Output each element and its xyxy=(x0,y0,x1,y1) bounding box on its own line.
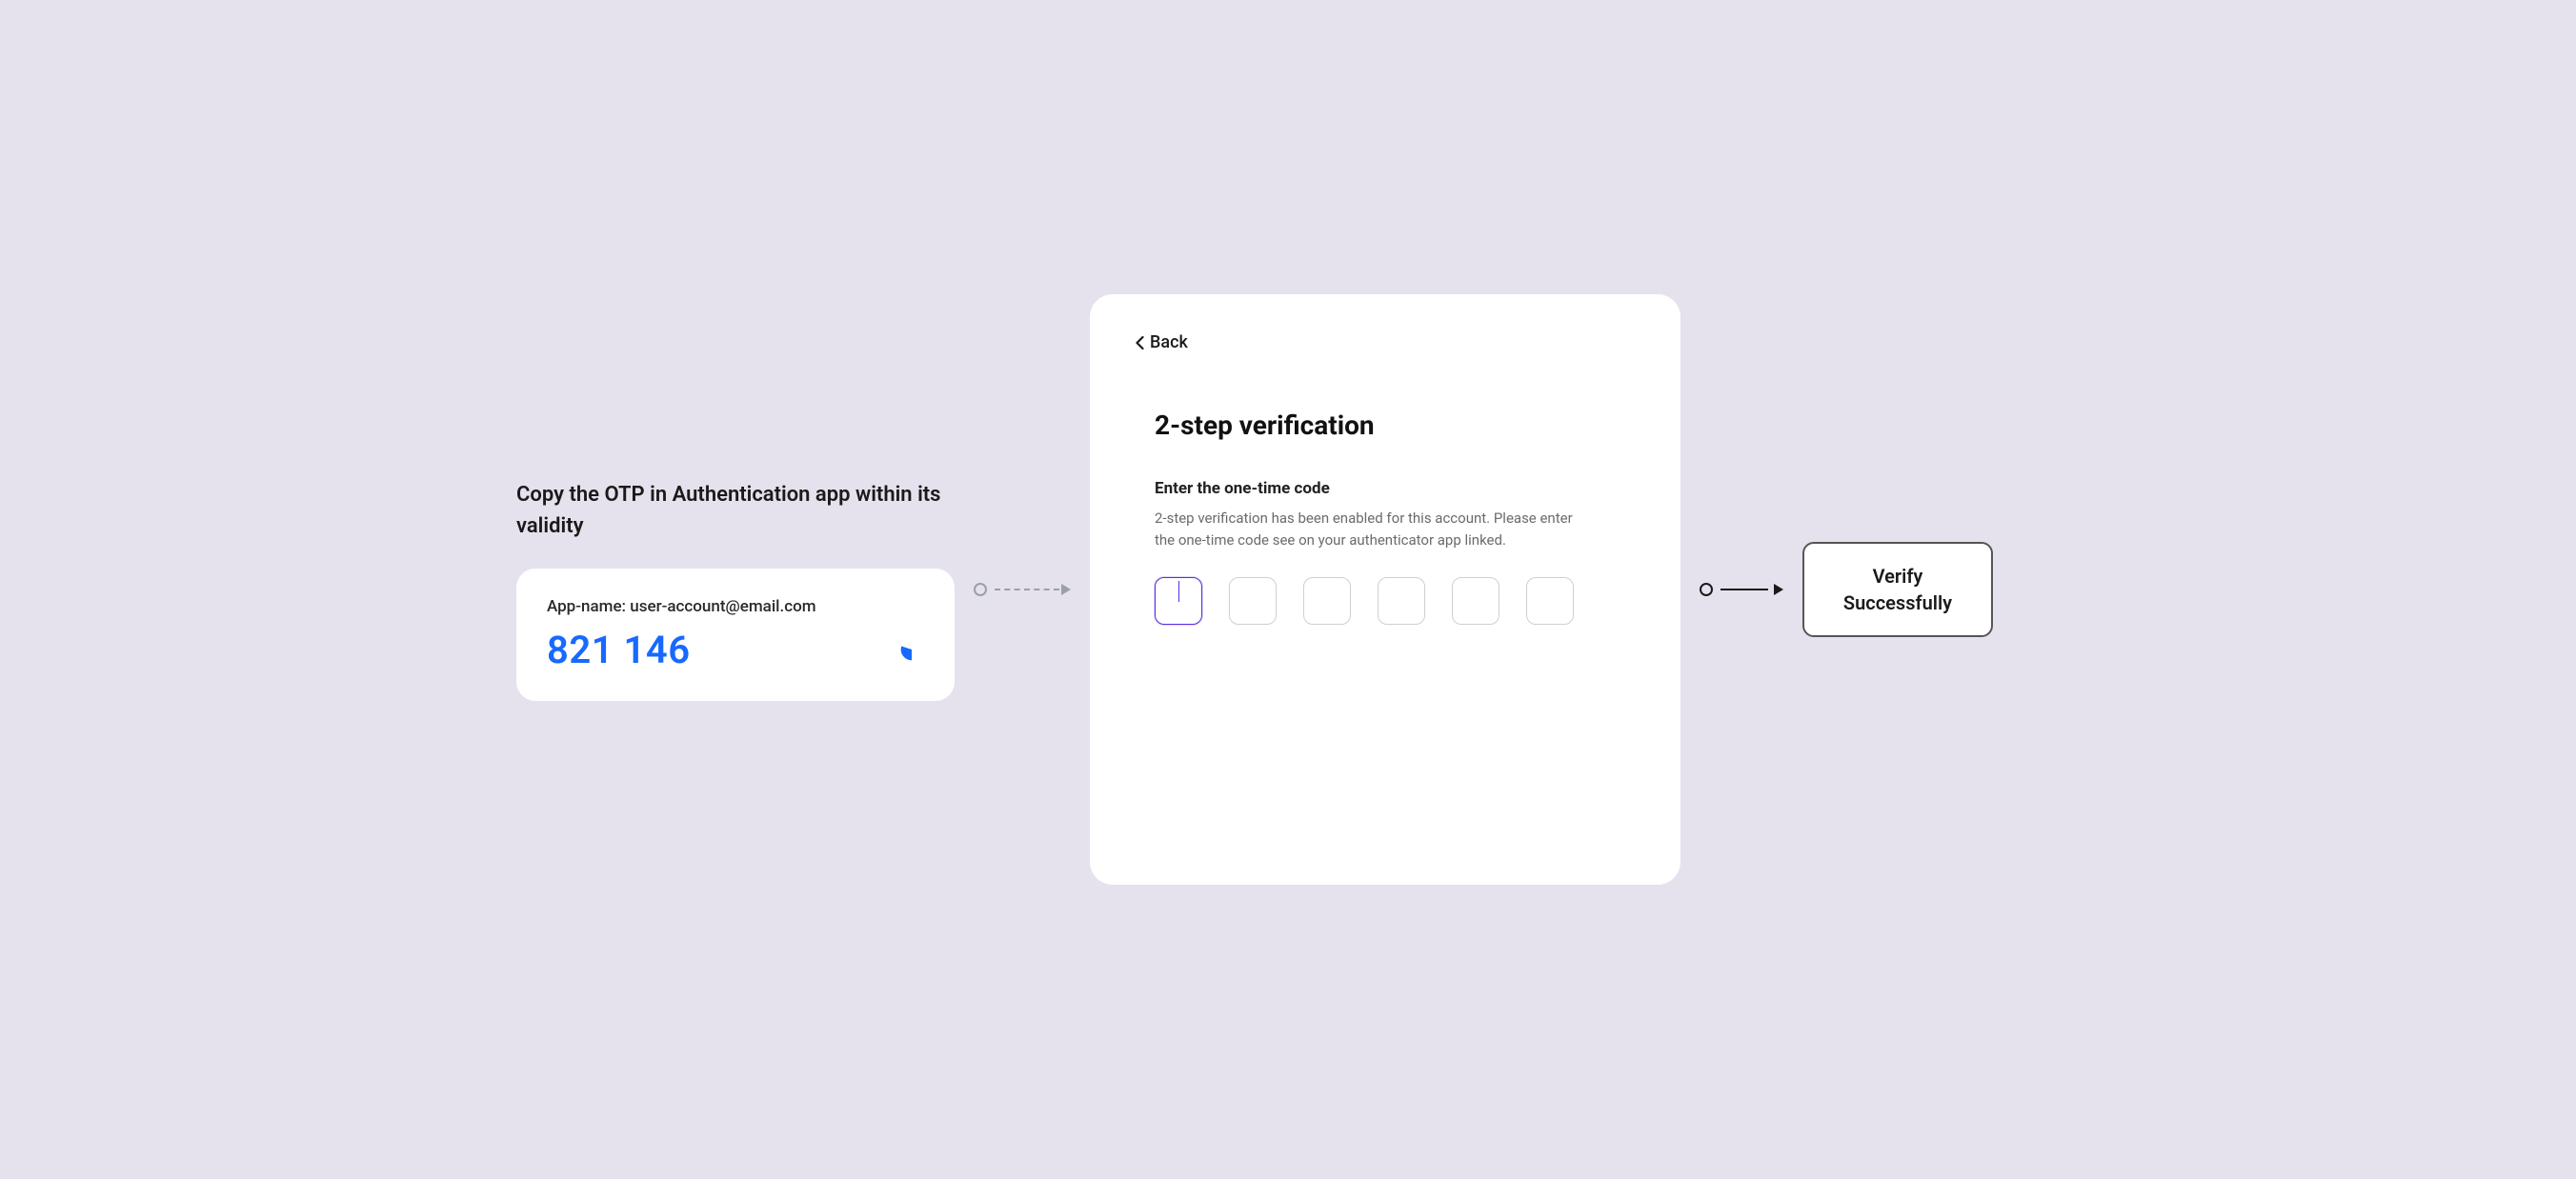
otp-input-2[interactable] xyxy=(1229,577,1277,625)
otp-input-5[interactable] xyxy=(1452,577,1499,625)
back-button[interactable]: Back xyxy=(1136,332,1188,352)
arrow-solid-line xyxy=(1721,589,1768,590)
otp-input-group xyxy=(1155,577,1616,625)
auth-app-instruction: Copy the OTP in Authentication app withi… xyxy=(516,479,955,542)
flow-diagram: Copy the OTP in Authentication app withi… xyxy=(516,294,2060,885)
flow-arrow-2 xyxy=(1700,583,1783,596)
otp-code: 821 146 xyxy=(547,628,691,672)
arrow-dashed-line xyxy=(995,589,1059,590)
flow-arrow-1 xyxy=(974,583,1071,596)
success-box: Verify Successfully xyxy=(1802,542,1993,637)
otp-card: App-name: user-account@email.com 821 146 xyxy=(516,569,955,701)
arrow-start-dot xyxy=(974,583,987,596)
chevron-left-icon xyxy=(1136,336,1144,350)
auth-app-section: Copy the OTP in Authentication app withi… xyxy=(516,479,955,701)
otp-row: 821 146 xyxy=(547,628,924,672)
arrow-start-dot xyxy=(1700,583,1713,596)
arrow-head-icon xyxy=(1061,584,1071,595)
verification-card: Back 2-step verification Enter the one-t… xyxy=(1090,294,1680,885)
otp-input-4[interactable] xyxy=(1378,577,1425,625)
otp-input-1[interactable] xyxy=(1155,577,1202,625)
arrow-head-icon xyxy=(1774,584,1783,595)
success-line1: Verify xyxy=(1831,563,1964,590)
verify-description: 2-step verification has been enabled for… xyxy=(1155,508,1583,550)
otp-input-6[interactable] xyxy=(1526,577,1574,625)
verify-title: 2-step verification xyxy=(1155,410,1616,441)
otp-input-3[interactable] xyxy=(1303,577,1351,625)
verify-subtitle: Enter the one-time code xyxy=(1155,479,1616,498)
otp-account-label: App-name: user-account@email.com xyxy=(547,597,924,616)
timer-pie-icon xyxy=(899,637,924,662)
back-label: Back xyxy=(1150,332,1188,352)
success-line2: Successfully xyxy=(1831,590,1964,616)
